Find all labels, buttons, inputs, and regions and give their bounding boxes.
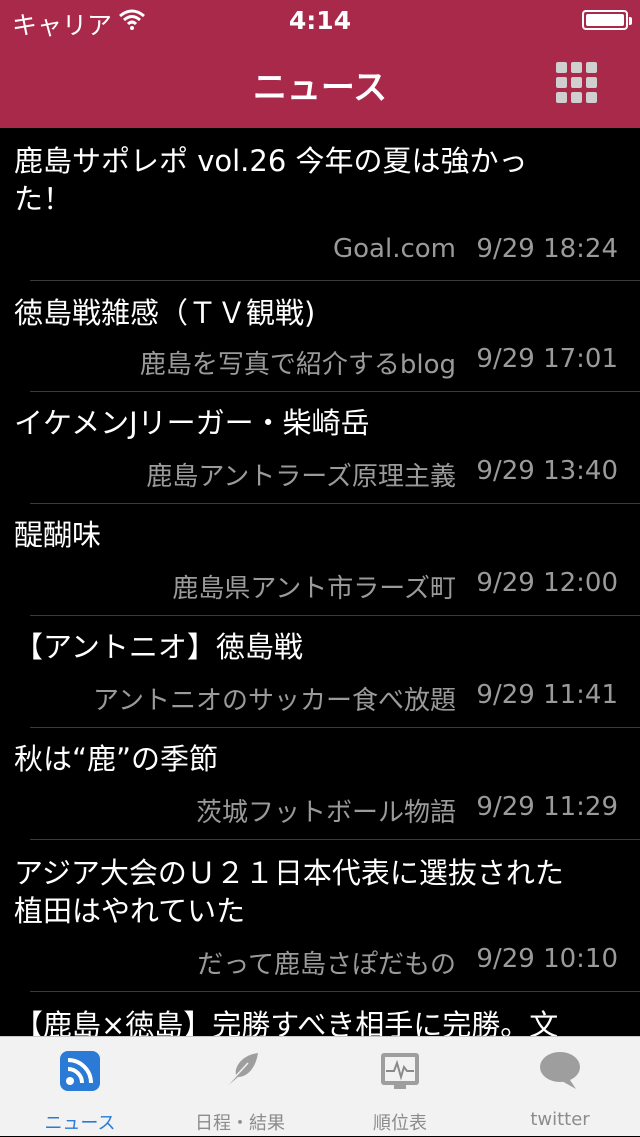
feather-icon xyxy=(223,1053,258,1090)
battery-icon xyxy=(582,10,632,30)
news-title: 【鹿島×徳島】完勝すべき相手に完勝。文 xyxy=(14,1008,559,1036)
tab-label: 順位表 xyxy=(373,1113,427,1134)
news-title: 秋は“鹿”の季節 xyxy=(14,742,219,776)
grid-icon[interactable] xyxy=(556,62,600,106)
rss-icon xyxy=(60,1051,100,1091)
news-source: 鹿島を写真で紹介するblog xyxy=(139,350,456,380)
navigation-bar: ニュース xyxy=(0,40,640,128)
news-title: 徳島戦雑感（ＴＶ観戦) xyxy=(14,296,316,330)
news-title: イケメンJリーガー・柴崎岳 xyxy=(14,406,370,440)
news-title: 鹿島サポレポ vol.26 今年の夏は強かっ xyxy=(14,144,528,178)
tab-standings[interactable]: 順位表 xyxy=(320,1037,480,1137)
tab-bar: ニュース 日程・結果 順位表 twitter xyxy=(0,1036,640,1136)
list-item[interactable]: 【鹿島×徳島】完勝すべき相手に完勝。文 xyxy=(0,992,640,1036)
news-time: 9/29 12:00 xyxy=(476,568,618,598)
news-source: Goal.com xyxy=(332,234,456,264)
news-source: 鹿島県アント市ラーズ町 xyxy=(172,574,456,604)
news-title: アジア大会のＵ２１日本代表に選抜された xyxy=(14,856,564,890)
list-item[interactable]: 徳島戦雑感（ＴＶ観戦) 鹿島を写真で紹介するblog 9/29 17:01 xyxy=(0,280,640,392)
status-time: 4:14 xyxy=(288,6,352,35)
list-item[interactable]: アジア大会のＵ２１日本代表に選抜された 植田はやれていた だって鹿島さぽだもの … xyxy=(0,840,640,992)
list-item[interactable]: 醍醐味 鹿島県アント市ラーズ町 9/29 12:00 xyxy=(0,504,640,616)
news-list[interactable]: 鹿島サポレポ vol.26 今年の夏は強かっ た！ Goal.com 9/29 … xyxy=(0,128,640,1036)
chart-monitor-icon xyxy=(381,1053,419,1089)
tab-twitter[interactable]: twitter xyxy=(480,1037,640,1137)
list-item[interactable]: 【アントニオ】徳島戦 アントニオのサッカー食べ放題 9/29 11:41 xyxy=(0,616,640,728)
news-time: 9/29 17:01 xyxy=(476,344,618,374)
tab-news[interactable]: ニュース xyxy=(0,1037,160,1137)
tab-label: ニュース xyxy=(44,1113,116,1134)
news-time: 9/29 13:40 xyxy=(476,456,618,486)
news-time: 9/29 10:10 xyxy=(476,944,618,974)
list-item[interactable]: イケメンJリーガー・柴崎岳 鹿島アントラーズ原理主義 9/29 13:40 xyxy=(0,392,640,504)
news-title-line2: 植田はやれていた xyxy=(14,894,246,928)
tab-schedule[interactable]: 日程・結果 xyxy=(160,1037,320,1137)
news-title: 【アントニオ】徳島戦 xyxy=(14,630,303,664)
news-time: 9/29 11:29 xyxy=(476,792,618,822)
list-item[interactable]: 秋は“鹿”の季節 茨城フットボール物語 9/29 11:29 xyxy=(0,728,640,840)
news-source: だって鹿島さぽだもの xyxy=(197,950,456,980)
tab-label: twitter xyxy=(530,1109,590,1130)
status-bar: キャリア 4:14 xyxy=(0,0,640,40)
news-title: 醍醐味 xyxy=(14,518,102,552)
list-item[interactable]: 鹿島サポレポ vol.26 今年の夏は強かっ た！ Goal.com 9/29 … xyxy=(0,128,640,281)
tab-label: 日程・結果 xyxy=(195,1113,285,1134)
page-title: ニュース xyxy=(252,68,388,108)
speech-bubble-icon xyxy=(540,1052,580,1089)
news-title-line2: た！ xyxy=(14,182,73,216)
news-source: 茨城フットボール物語 xyxy=(195,798,456,828)
news-source: アントニオのサッカー食べ放題 xyxy=(93,686,456,716)
news-time: 9/29 18:24 xyxy=(476,234,618,264)
news-source: 鹿島アントラーズ原理主義 xyxy=(146,462,456,492)
news-time: 9/29 11:41 xyxy=(476,680,618,710)
